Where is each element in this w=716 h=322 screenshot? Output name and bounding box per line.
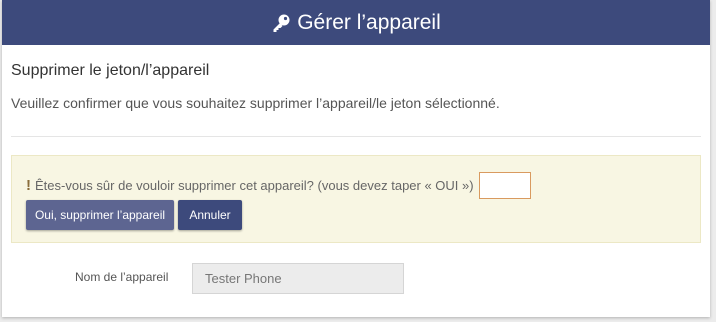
dialog-header: Gérer l’appareil — [2, 0, 710, 45]
cancel-button[interactable]: Annuler — [178, 200, 242, 230]
device-name-label: Nom de l’appareil — [75, 270, 169, 284]
warning-text: Êtes-vous sûr de vouloir supprimer cet a… — [35, 178, 474, 193]
confirm-description: Veuillez confirmer que vous souhaitez su… — [11, 95, 500, 111]
section-title: Supprimer le jeton/l’appareil — [11, 62, 210, 79]
warning-line: ! Êtes-vous sûr de vouloir supprimer cet… — [26, 172, 531, 199]
manage-device-card: Gérer l’appareil Supprimer le jeton/l’ap… — [2, 0, 710, 317]
device-name-field — [192, 263, 404, 294]
dialog-title: Gérer l’appareil — [297, 10, 441, 34]
warning-panel: ! Êtes-vous sûr de vouloir supprimer cet… — [11, 155, 701, 243]
confirm-oui-input[interactable] — [478, 172, 531, 199]
divider — [11, 136, 701, 137]
confirm-delete-button[interactable]: Oui, supprimer l’appareil — [26, 200, 174, 230]
exclamation-icon: ! — [26, 177, 31, 194]
key-icon — [271, 13, 291, 33]
